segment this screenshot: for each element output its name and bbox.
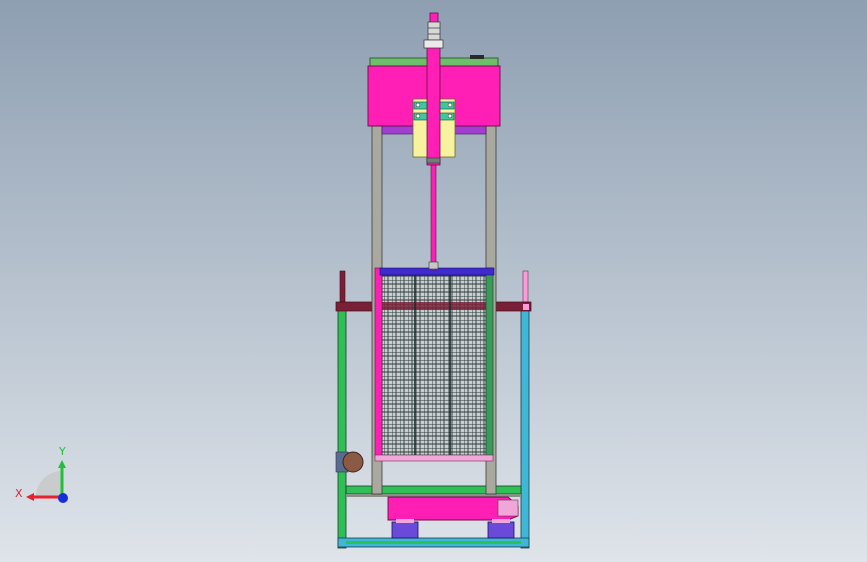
y-axis-label: Y: [58, 445, 66, 458]
motor-side-plate: [497, 499, 519, 517]
cylinder-collar: [423, 39, 444, 49]
cad-model-view[interactable]: X Y: [0, 0, 867, 562]
right-foot-cap: [492, 519, 510, 523]
clamp-bolt-4: [447, 113, 453, 119]
clamp-bolt-1: [415, 102, 421, 108]
side-roller[interactable]: [335, 451, 364, 473]
cylinder-body[interactable]: [426, 39, 441, 166]
cylinder-head: [427, 21, 441, 41]
crossbar-cap-right: [523, 304, 529, 310]
clamp-bolt-2: [447, 102, 453, 108]
rod-clevis: [428, 261, 439, 270]
right-foot[interactable]: [487, 521, 515, 539]
screen-left-magenta-rail[interactable]: [374, 267, 383, 457]
right-upright-tab[interactable]: [522, 270, 529, 303]
cylinder-bottom-ring: [426, 157, 441, 164]
cad-viewport[interactable]: X Y: [0, 0, 867, 562]
screen-panel[interactable]: [374, 267, 495, 462]
screen-maroon-band: [382, 302, 486, 310]
housing-knob: [470, 55, 484, 59]
z-axis-dot: [58, 493, 68, 503]
base-bottom-rail-inner: [346, 541, 521, 544]
screen-right-green-rail[interactable]: [485, 267, 494, 457]
cylinder-cap: [429, 12, 439, 24]
left-foot[interactable]: [391, 521, 419, 539]
clamp-bolt-3: [415, 113, 421, 119]
left-upright-tab[interactable]: [339, 270, 346, 303]
roller-wheel[interactable]: [342, 451, 364, 473]
base-right-post-cyan[interactable]: [520, 307, 530, 549]
base-left-post-green[interactable]: [337, 307, 347, 549]
rod-lower[interactable]: [430, 159, 437, 271]
screen-bottom-pink-bar[interactable]: [374, 454, 494, 462]
x-axis-label: X: [15, 487, 23, 500]
left-foot-cap: [396, 519, 414, 523]
